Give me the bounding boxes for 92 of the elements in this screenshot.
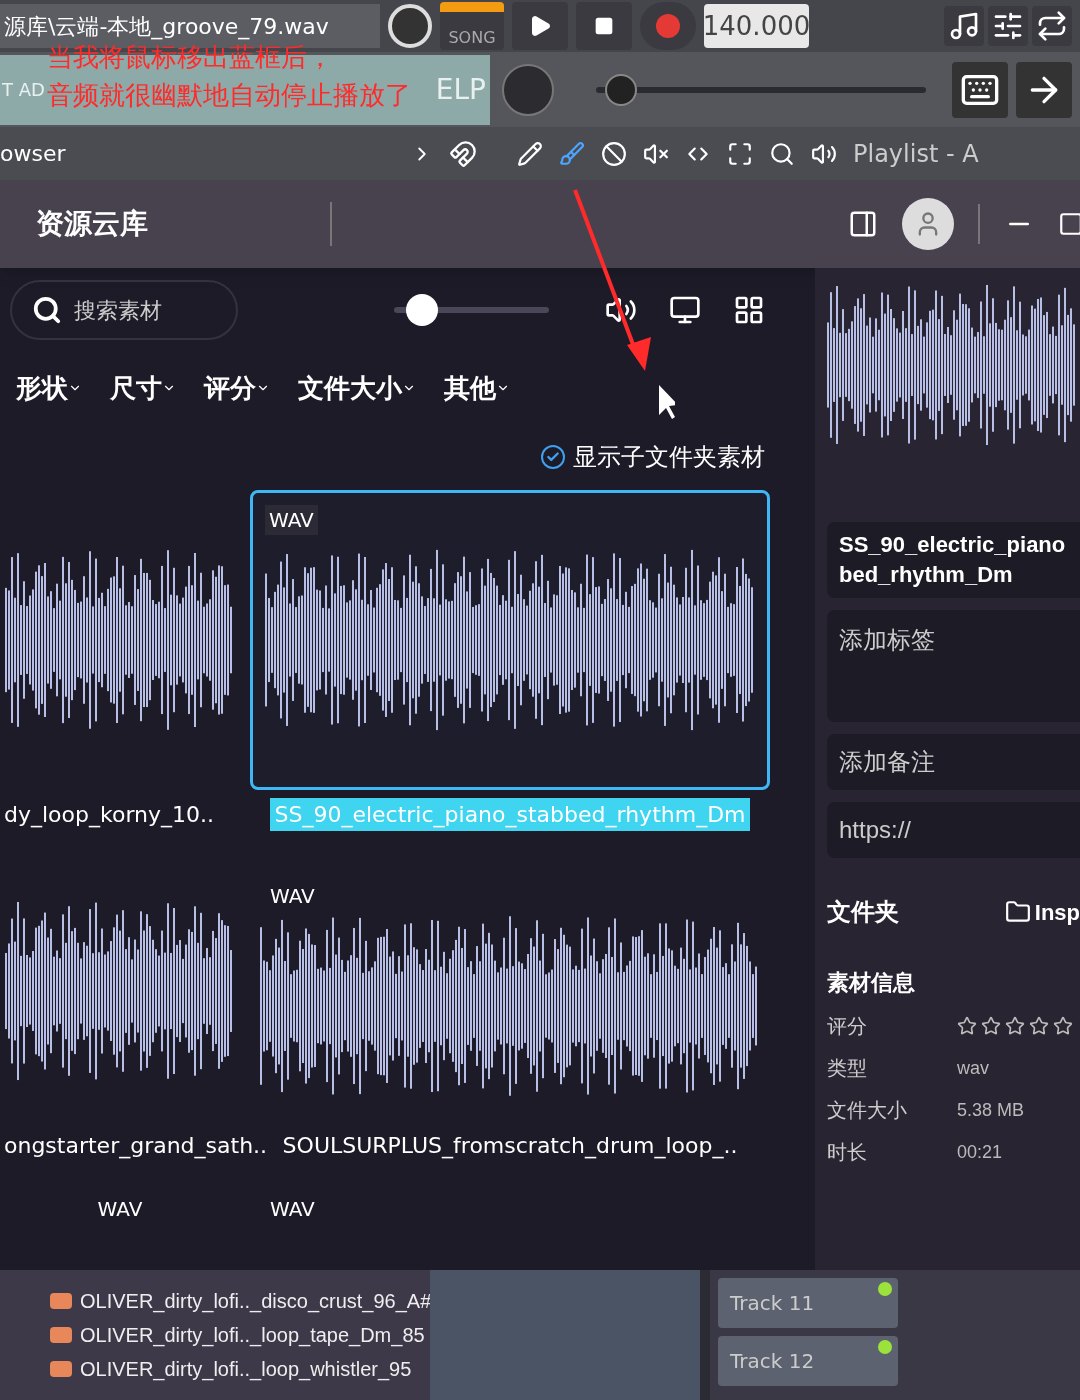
browser-item[interactable]: OLIVER_dirty_lofi.._disco_crust_96_A# (80, 1286, 432, 1316)
info-label: 文件大小 (827, 1098, 908, 1123)
magnet-icon[interactable] (449, 139, 477, 168)
info-value: 5.38 MB (957, 1098, 1025, 1122)
annotation-text: 音频就很幽默地自动停止播放了 (47, 79, 411, 112)
file-name: dy_loop_korny_10.. (3, 801, 215, 830)
arrow-right-icon[interactable] (1016, 61, 1072, 118)
track-header[interactable]: Track 12 (718, 1336, 898, 1386)
section-heading: 素材信息 (827, 969, 916, 997)
note-icon[interactable] (944, 6, 984, 46)
format-label: WAV (270, 1196, 315, 1223)
asset-card[interactable]: WAV (250, 1192, 770, 1226)
zoom-icon[interactable] (769, 140, 795, 167)
filter-dropdown[interactable]: 尺寸 (110, 368, 176, 408)
song-mode-button[interactable]: SONG (440, 2, 504, 50)
file-hint: 源库\云端-本地_groove_79.wav (4, 12, 329, 42)
browser-item[interactable]: OLIVER_dirty_lofi.._loop_tape_Dm_85 (80, 1320, 425, 1350)
folder-icon (1004, 899, 1031, 925)
hint-text: ELP (435, 71, 486, 108)
filter-dropdown[interactable]: 评分 (204, 368, 270, 408)
format-label: WAV (270, 883, 315, 910)
search-icon (32, 295, 62, 325)
asset-card[interactable]: WAV (250, 861, 770, 1121)
monitor-icon[interactable] (669, 294, 701, 326)
track-label: Track 11 (730, 1290, 815, 1317)
format-badge: WAV (265, 505, 318, 535)
info-value: 00:21 (957, 1140, 1003, 1164)
check-icon (546, 450, 560, 464)
info-label: 时长 (827, 1140, 868, 1165)
star-icon[interactable] (957, 1016, 977, 1036)
loop-icon[interactable] (1032, 6, 1072, 46)
search-field[interactable]: 搜索素材 (10, 280, 238, 340)
star-icon[interactable] (1005, 1016, 1025, 1036)
checkbox-label: 显示子文件夹素材 (573, 442, 765, 473)
playlist-title: Playlist - A (853, 138, 979, 170)
asset-card[interactable]: WAV (0, 1192, 240, 1226)
info-value: wav (957, 1056, 989, 1080)
tempo-display[interactable]: 140.000 (704, 4, 809, 48)
stop-button[interactable] (576, 2, 632, 50)
file-name: SS_90_electric_piano_stabbed_rhythm_Dm (270, 798, 750, 831)
section-label: 文件夹 (827, 897, 899, 927)
ban-icon[interactable] (601, 140, 627, 167)
star-icon[interactable] (1029, 1016, 1049, 1036)
side-panel-icon[interactable] (848, 209, 878, 239)
slider-thumb[interactable] (406, 294, 439, 326)
file-name: ongstarter_grand_sath.. (3, 1132, 269, 1161)
tags-field[interactable]: 添加标签 (827, 610, 1080, 722)
notes-field[interactable]: 添加备注 (827, 734, 1080, 790)
audio-file-icon (50, 1361, 72, 1377)
avatar[interactable] (902, 198, 954, 250)
grid-view-icon[interactable] (733, 294, 765, 326)
status-led[interactable] (878, 1340, 892, 1354)
slider[interactable] (394, 294, 549, 326)
info-label: 类型 (827, 1056, 868, 1081)
url-field[interactable]: https:// (827, 802, 1080, 858)
checkbox[interactable] (541, 445, 565, 469)
info-label: 评分 (827, 1014, 868, 1039)
track-label: Track 12 (730, 1348, 815, 1375)
maximize-icon[interactable] (1058, 211, 1080, 237)
hint-text: T AD (2, 78, 45, 102)
record-icon (656, 14, 680, 38)
mixer-icon[interactable] (988, 6, 1028, 46)
slider[interactable] (596, 73, 926, 106)
browser-label: owser (0, 140, 67, 168)
track-header[interactable]: Track 11 (718, 1278, 898, 1328)
filter-dropdown[interactable]: 其他 (444, 368, 510, 408)
audio-file-icon (50, 1327, 72, 1343)
stop-icon (594, 16, 614, 36)
selected-card[interactable]: WAV (250, 490, 770, 790)
mouse-cursor-icon (659, 385, 675, 419)
star-rating[interactable] (957, 1016, 1073, 1036)
browser-item[interactable]: OLIVER_dirty_lofi.._loop_whistler_95 (80, 1354, 412, 1384)
file-name: SS_90_electric_piano (839, 531, 1067, 559)
search-input[interactable]: 搜索素材 (74, 293, 204, 327)
format-label: WAV (97, 1196, 143, 1223)
slider-thumb[interactable] (604, 73, 637, 106)
star-icon[interactable] (1053, 1016, 1073, 1036)
play-button[interactable] (512, 2, 568, 50)
brush-icon[interactable] (559, 140, 585, 167)
audio-file-icon (50, 1293, 72, 1309)
filter-dropdown[interactable]: 形状 (16, 368, 82, 408)
filter-dropdown[interactable]: 文件大小 (298, 368, 416, 408)
select-icon[interactable] (727, 140, 753, 167)
window-title: 资源云库 (36, 206, 149, 242)
record-button[interactable] (640, 2, 696, 50)
piano-icon[interactable] (952, 61, 1008, 118)
star-icon[interactable] (981, 1016, 1001, 1036)
status-led[interactable] (878, 1282, 892, 1296)
file-name: bed_rhythm_Dm (839, 561, 1014, 589)
file-name: SOULSURPLUS_fromscratch_drum_loop_.. (281, 1132, 739, 1161)
folder-button[interactable]: Insp (1004, 895, 1080, 929)
pencil-icon[interactable] (517, 140, 543, 167)
